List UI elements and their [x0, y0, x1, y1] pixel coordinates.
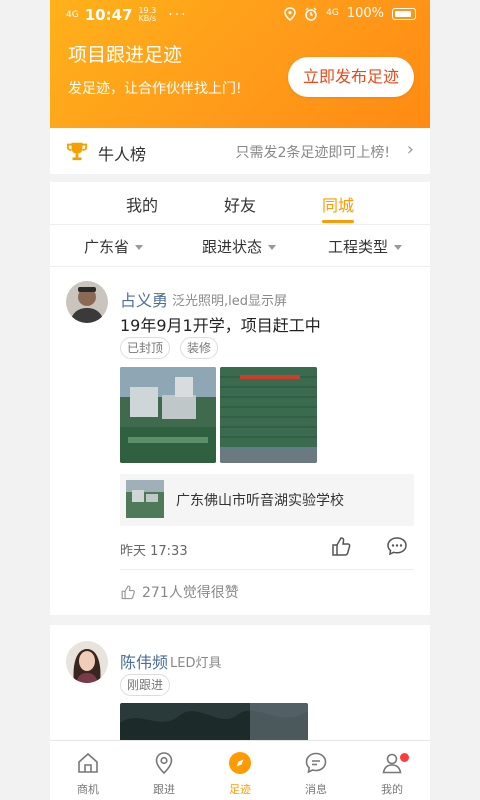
filter-bar: 广东省 跟进状态 工程类型	[50, 224, 430, 267]
nav-label: 消息	[305, 783, 327, 796]
divider	[120, 569, 414, 570]
alarm-icon	[305, 7, 317, 21]
post-chip: 装修	[180, 337, 219, 359]
post-chip: 刚跟进	[120, 674, 171, 696]
user-tag: LED灯具	[170, 656, 222, 671]
nav-messages[interactable]: 消息	[278, 747, 354, 799]
nav-label: 商机	[77, 783, 99, 796]
page-title: 项目跟进足迹	[68, 44, 183, 66]
battery-text: 100%	[346, 6, 384, 21]
notification-badge	[400, 753, 409, 762]
leaderboard-banner[interactable]: 牛人榜 只需发2条足迹即可上榜! ›	[50, 128, 430, 182]
likes-summary: 271人觉得很赞	[120, 582, 239, 602]
filter-status[interactable]: 跟进状态	[202, 236, 277, 257]
header-banner: 4G 10:47 19.3 KB/s ··· 4G 100% 项目跟进足迹 发足…	[50, 0, 430, 128]
thumb-up-small-icon	[121, 585, 135, 600]
trophy-icon	[66, 142, 88, 161]
post-photo[interactable]	[120, 367, 216, 463]
post-separator	[50, 615, 430, 625]
avatar[interactable]	[66, 641, 108, 683]
status-bar: 4G 10:47 19.3 KB/s ··· 4G 100%	[50, 0, 430, 30]
filter-province-label: 广东省	[84, 238, 130, 256]
location-status-icon	[284, 6, 296, 21]
caret-down-icon	[394, 245, 403, 250]
tab-friends[interactable]: 好友	[200, 192, 280, 216]
home-icon	[78, 752, 98, 773]
speed-unit: KB/s	[138, 14, 157, 23]
tab-same-city[interactable]: 同城	[298, 192, 378, 216]
network-indicator: 4G	[326, 8, 339, 18]
user-tag: 泛光照明,led显示屏	[172, 294, 287, 309]
leaderboard-title: 牛人榜	[98, 145, 147, 164]
network-speed: 19.3 KB/s	[138, 7, 156, 23]
signal-indicator: 4G	[66, 9, 79, 20]
caret-down-icon	[135, 245, 144, 250]
bottom-navigation: 商机 跟进 足迹 消息 我的	[50, 740, 430, 800]
user-name[interactable]: 陈伟频	[120, 649, 168, 673]
page-subtitle: 发足迹，让合作伙伴找上门!	[68, 81, 242, 97]
more-dots: ···	[168, 7, 188, 23]
nav-label: 足迹	[229, 783, 251, 796]
avatar[interactable]	[66, 281, 108, 323]
filter-status-label: 跟进状态	[202, 238, 263, 256]
location-thumbnail	[126, 480, 164, 518]
post-photo[interactable]	[120, 703, 308, 743]
post-card: 占义勇 泛光照明,led显示屏 19年9月1开学，项目赶工中 已封顶 装修 广东…	[50, 267, 430, 613]
filter-project-type[interactable]: 工程类型	[328, 236, 403, 257]
post-photo[interactable]	[220, 367, 317, 463]
user-name[interactable]: 占义勇	[120, 287, 168, 311]
post-card: 陈伟频 LED灯具 刚跟进	[50, 625, 430, 743]
post-time: 昨天 17:33	[120, 544, 188, 559]
location-pin-icon	[155, 752, 173, 775]
nav-label: 我的	[381, 783, 403, 796]
location-name: 广东佛山市听音湖实验学校	[176, 493, 344, 509]
caret-down-icon	[268, 245, 277, 250]
leaderboard-hint: 只需发2条足迹即可上榜!	[235, 145, 390, 161]
nav-profile[interactable]: 我的	[354, 747, 430, 799]
post-chip: 已封顶	[120, 337, 171, 359]
comment-icon[interactable]	[386, 535, 408, 557]
publish-footprint-button[interactable]: 立即发布足迹	[288, 57, 414, 97]
likes-count: 271人觉得很赞	[142, 585, 239, 601]
nav-business[interactable]: 商机	[50, 747, 126, 799]
message-icon	[305, 752, 327, 774]
tab-bar: 我的 好友 同城	[50, 182, 430, 225]
nav-follow-up[interactable]: 跟进	[126, 747, 202, 799]
location-card[interactable]: 广东佛山市听音湖实验学校	[120, 474, 414, 526]
app-screen: 4G 10:47 19.3 KB/s ··· 4G 100% 项目跟进足迹 发足…	[50, 0, 430, 800]
compass-icon	[229, 752, 251, 774]
nav-footprint[interactable]: 足迹	[202, 747, 278, 799]
post-text: 19年9月1开学，项目赶工中	[120, 316, 321, 335]
status-time: 10:47	[84, 6, 133, 24]
tab-mine[interactable]: 我的	[102, 192, 182, 216]
thumb-up-icon[interactable]	[330, 535, 352, 557]
nav-label: 跟进	[153, 783, 175, 796]
active-tab-indicator	[322, 220, 354, 223]
chevron-right-icon: ›	[406, 139, 414, 160]
filter-province[interactable]: 广东省	[84, 236, 144, 257]
filter-type-label: 工程类型	[328, 238, 389, 256]
battery-icon	[392, 7, 416, 20]
